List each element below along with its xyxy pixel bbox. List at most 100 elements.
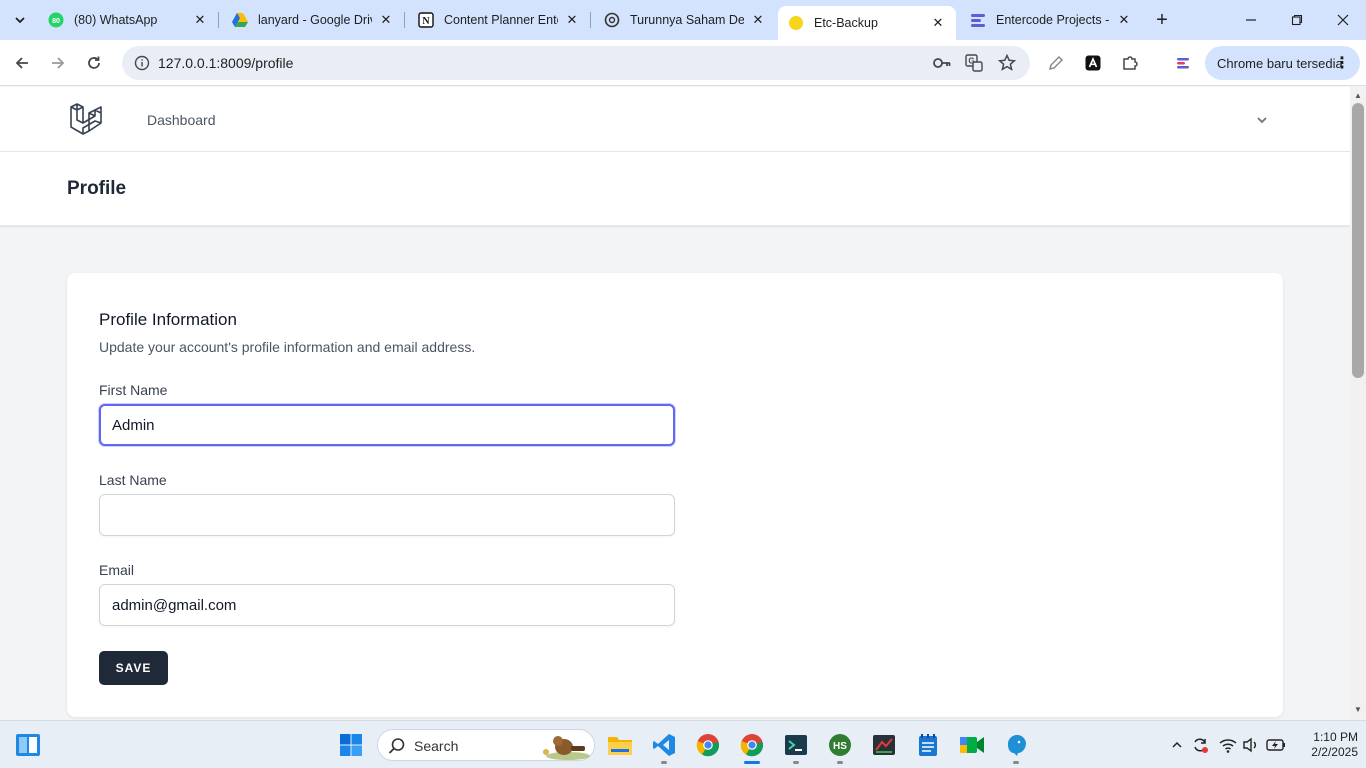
save-button[interactable]: SAVE [99, 651, 168, 685]
tab-entercode-projects[interactable]: Entercode Projects - Shared ✕ [960, 6, 1142, 34]
git-tool-icon [873, 735, 895, 755]
restore-button[interactable] [1274, 0, 1320, 40]
top-navigation: Dashboard [0, 87, 1350, 152]
page-scrollbar[interactable]: ▲ ▼ [1350, 87, 1366, 720]
tab-search-button[interactable] [8, 8, 32, 32]
google-drive-icon [232, 12, 248, 28]
start-button[interactable] [337, 731, 365, 759]
section-description: Update your account's profile informatio… [99, 339, 476, 355]
first-name-input[interactable] [99, 404, 675, 446]
battery-charging-icon [1266, 739, 1285, 751]
volume-button[interactable] [1241, 735, 1261, 755]
close-icon[interactable]: ✕ [930, 15, 946, 31]
clock-time: 1:10 PM [1313, 730, 1358, 744]
arrow-right-icon [52, 57, 65, 69]
clock-date: 2/2/2025 [1311, 745, 1358, 759]
close-icon[interactable]: ✕ [564, 12, 580, 28]
close-icon[interactable]: ✕ [1116, 12, 1132, 28]
chrome-profile-button[interactable] [694, 731, 722, 759]
notepad-button[interactable] [914, 731, 942, 759]
search-placeholder: Search [414, 738, 459, 754]
translate-icon[interactable]: G [960, 49, 988, 77]
tab-title: Etc-Backup [814, 16, 878, 30]
section-title: Profile Information [99, 310, 237, 329]
laravel-logo-icon[interactable] [68, 101, 104, 137]
terminal-icon [785, 735, 807, 755]
google-meet-button[interactable] [958, 731, 986, 759]
restore-icon [1291, 14, 1303, 26]
scrollbar-thumb[interactable] [1352, 103, 1364, 378]
letter-a-extension-icon [1085, 55, 1101, 71]
close-icon[interactable]: ✕ [192, 12, 208, 28]
new-tab-button[interactable]: + [1150, 8, 1174, 32]
edit-pen-button[interactable] [1042, 49, 1070, 77]
show-hidden-icons-button[interactable] [1167, 735, 1187, 755]
wifi-button[interactable] [1218, 735, 1238, 755]
git-tool-button[interactable] [870, 731, 898, 759]
scroll-up-arrow-icon[interactable]: ▲ [1354, 91, 1362, 100]
tab-title: Entercode Projects - Shared [996, 13, 1110, 27]
battery-button[interactable] [1266, 735, 1286, 755]
address-bar[interactable]: 127.0.0.1:8009/profile G [122, 46, 1030, 80]
windows-start-icon [340, 734, 362, 756]
file-explorer-button[interactable] [606, 731, 634, 759]
sync-status-button[interactable] [1190, 735, 1210, 755]
clickup-extension-button[interactable] [1169, 49, 1197, 77]
password-key-icon[interactable] [928, 49, 956, 77]
heidisql-button[interactable]: HS [826, 731, 854, 759]
tab-strip: 80 (80) WhatsApp ✕ lanyard - Google Driv… [0, 0, 1366, 40]
tab-title: Turunnya Saham Deepseek [630, 13, 744, 27]
last-name-input[interactable] [99, 494, 675, 536]
tableplus-button[interactable] [1002, 731, 1030, 759]
sync-icon [1194, 738, 1208, 753]
reload-icon [88, 56, 100, 69]
tab-whatsapp[interactable]: 80 (80) WhatsApp ✕ [38, 6, 219, 34]
elephant-icon [1007, 734, 1026, 756]
openai-icon [604, 12, 620, 28]
tab-content-planner[interactable]: N Content Planner Entercode ✕ [408, 6, 591, 34]
first-name-label: First Name [99, 382, 168, 398]
bookmark-star-icon[interactable] [993, 49, 1021, 77]
email-label: Email [99, 562, 135, 578]
forward-button[interactable] [44, 49, 72, 77]
tab-deepseek[interactable]: Turunnya Saham Deepseek ✕ [594, 6, 776, 34]
extensions-button[interactable] [1116, 49, 1144, 77]
google-meet-icon [960, 737, 984, 753]
widgets-button[interactable] [14, 731, 42, 759]
extension-a-button[interactable] [1079, 49, 1107, 77]
nav-link-dashboard[interactable]: Dashboard [147, 112, 216, 128]
vscode-icon [653, 734, 675, 756]
taskbar-clock[interactable]: 1:10 PM 2/2/2025 [1292, 730, 1358, 760]
url-text: 127.0.0.1:8009/profile [158, 55, 294, 71]
tab-google-drive[interactable]: lanyard - Google Drive ✕ [222, 6, 405, 34]
back-button[interactable] [8, 49, 36, 77]
folder-icon [608, 737, 632, 755]
chevron-down-icon[interactable] [1254, 112, 1270, 128]
close-icon[interactable]: ✕ [378, 12, 394, 28]
email-input[interactable] [99, 584, 675, 626]
vscode-button[interactable] [650, 731, 678, 759]
search-icon [388, 738, 405, 754]
chrome-icon [696, 734, 720, 757]
scroll-down-arrow-icon[interactable]: ▼ [1354, 705, 1362, 714]
more-vertical-icon[interactable]: ⋮ [1334, 53, 1350, 73]
yellow-dot-icon [788, 15, 804, 31]
minimize-button[interactable] [1228, 0, 1274, 40]
profile-information-card: Profile Information Update your account'… [67, 273, 1283, 717]
plus-icon: + [1156, 8, 1168, 31]
tab-etc-backup[interactable]: Etc-Backup ✕ [778, 6, 956, 40]
close-icon[interactable]: ✕ [750, 12, 766, 28]
close-window-button[interactable] [1320, 0, 1366, 40]
svg-text:N: N [422, 16, 430, 27]
chrome-active-button[interactable] [738, 731, 766, 759]
minimize-icon [1246, 19, 1256, 21]
pencil-icon [1048, 55, 1064, 71]
whatsapp-badge: 80 [52, 18, 60, 25]
taskbar-search-box[interactable]: Search [377, 729, 595, 761]
page-viewport: Dashboard Profile Profile Information Up… [0, 87, 1350, 720]
terminal-button[interactable] [782, 731, 810, 759]
chrome-update-button[interactable]: Chrome baru tersedia ⋮ [1205, 46, 1360, 80]
site-info-icon[interactable] [128, 49, 156, 77]
reload-button[interactable] [80, 49, 108, 77]
chrome-active-indicator [744, 761, 760, 764]
